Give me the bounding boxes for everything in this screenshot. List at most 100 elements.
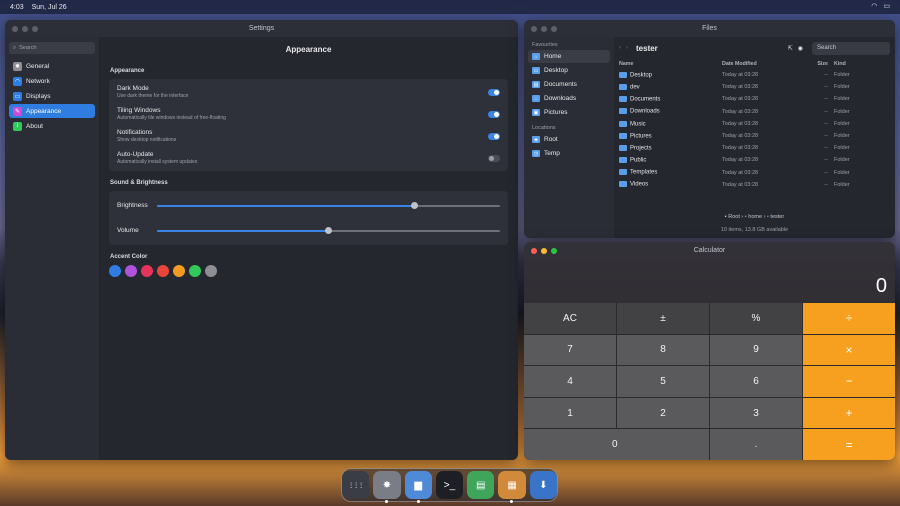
key-9[interactable]: 9	[710, 334, 802, 366]
key-4[interactable]: 4	[524, 366, 616, 397]
calculator-icon[interactable]: ▦	[498, 471, 526, 503]
table-row[interactable]: Music Today at 03:28 -- Folder	[619, 118, 890, 130]
table-row[interactable]: Documents Today at 03:28 -- Folder	[619, 93, 890, 105]
toggle-switch[interactable]	[488, 132, 500, 140]
setting-row: Dark Mode Use dark theme for the interfac…	[117, 81, 500, 103]
forward-icon[interactable]: ›	[626, 45, 628, 51]
key-0[interactable]: 0	[524, 429, 709, 460]
volume-slider[interactable]	[157, 227, 500, 234]
sidebar-item-documents[interactable]: ▤ Documents	[528, 78, 610, 91]
key-+[interactable]: +	[803, 397, 895, 429]
minimize-button[interactable]	[22, 25, 28, 32]
key-%[interactable]: %	[710, 303, 802, 334]
key-×[interactable]: ×	[803, 334, 895, 366]
key-−[interactable]: −	[803, 366, 895, 397]
settings-icon[interactable]: ✸	[373, 471, 401, 503]
search-input[interactable]: ⌕ Search	[9, 42, 95, 54]
table-row[interactable]: Downloads Today at 03:28 -- Folder	[619, 106, 890, 118]
system-tray[interactable]: ◠ ▭	[871, 2, 890, 10]
key-8[interactable]: 8	[617, 334, 709, 366]
app-grid-icon[interactable]: ⋮⋮⋮	[342, 471, 370, 499]
path-segment[interactable]: Root	[728, 214, 740, 220]
file-date: Today at 03:28	[722, 120, 759, 127]
column-kind[interactable]: Kind	[834, 59, 890, 69]
accent-swatch[interactable]	[189, 265, 201, 277]
key-÷[interactable]: ÷	[803, 303, 895, 334]
table-row[interactable]: Desktop Today at 03:28 -- Folder	[619, 69, 890, 81]
key-.[interactable]: .	[710, 429, 802, 460]
window-title: Files	[702, 25, 717, 32]
date[interactable]: Sun, Jul 26	[32, 4, 67, 11]
key-2[interactable]: 2	[617, 397, 709, 429]
sidebar-item-downloads[interactable]: ↓ Downloads	[528, 92, 610, 105]
installer-icon[interactable]: ⬇	[529, 471, 557, 499]
minimize-button[interactable]	[541, 25, 547, 32]
key-3[interactable]: 3	[710, 397, 802, 429]
accent-swatch[interactable]	[125, 265, 137, 277]
maximize-button[interactable]	[32, 25, 38, 32]
toggle-switch[interactable]	[488, 88, 500, 96]
sidebar-item-displays[interactable]: ▭ Displays	[9, 89, 95, 103]
path-segment[interactable]: home	[748, 214, 762, 220]
minimize-button[interactable]	[541, 247, 547, 254]
accent-swatch[interactable]	[157, 265, 169, 277]
sidebar-item-appearance[interactable]: ✎ Appearance	[9, 104, 95, 118]
settings-titlebar[interactable]: Settings	[5, 20, 518, 37]
sidebar-item-general[interactable]: ✸ General	[9, 59, 95, 73]
sidebar-item-temp[interactable]: ◷ Temp	[528, 147, 610, 160]
slider-handle[interactable]	[410, 202, 418, 209]
clock[interactable]: 4:03	[10, 4, 24, 11]
key-5[interactable]: 5	[617, 366, 709, 397]
calculator-titlebar[interactable]: Calculator	[524, 242, 895, 259]
table-row[interactable]: Templates Today at 03:28 -- Folder	[619, 167, 890, 179]
file-size: --	[824, 108, 828, 115]
accent-swatch[interactable]	[173, 265, 185, 277]
close-button[interactable]	[531, 247, 537, 254]
accent-swatch[interactable]	[141, 265, 153, 277]
key-7[interactable]: 7	[524, 334, 616, 366]
files-sidebar: Favourites ⌂ Home ▭ Desktop ▤ Documents ↓ Downl…	[524, 37, 614, 238]
eye-icon[interactable]: ◉	[798, 45, 803, 52]
toggle-switch[interactable]	[488, 110, 500, 118]
column-size[interactable]: Size	[810, 59, 834, 69]
table-row[interactable]: Videos Today at 03:28 -- Folder	[619, 179, 890, 191]
table-row[interactable]: Pictures Today at 03:28 -- Folder	[619, 130, 890, 142]
search-input[interactable]: Search	[812, 41, 890, 55]
key-1[interactable]: 1	[524, 397, 616, 429]
key-AC[interactable]: AC	[524, 303, 616, 334]
back-icon[interactable]: ‹	[619, 45, 621, 51]
files-icon[interactable]: ▆	[404, 471, 432, 503]
table-row[interactable]: dev Today at 03:28 -- Folder	[619, 81, 890, 93]
sidebar-item-network[interactable]: ◠ Network	[9, 74, 95, 88]
column-name[interactable]: Name	[619, 59, 722, 69]
table-row[interactable]: Projects Today at 03:28 -- Folder	[619, 142, 890, 154]
terminal-icon[interactable]: >_	[435, 471, 464, 499]
maximize-button[interactable]	[551, 247, 557, 254]
close-button[interactable]	[531, 25, 537, 32]
column-date[interactable]: Date Modified	[722, 59, 810, 69]
table-row[interactable]: Public Today at 03:28 -- Folder	[619, 154, 890, 166]
accent-swatch[interactable]	[205, 265, 217, 277]
new-folder-icon[interactable]: ⇱	[788, 45, 793, 52]
path-segment[interactable]: tester	[770, 214, 784, 220]
sidebar-item-about[interactable]: i About	[9, 119, 95, 133]
wifi-icon[interactable]: ◠	[871, 2, 877, 10]
calculator-display: 0	[875, 275, 887, 297]
key-±[interactable]: ±	[617, 303, 709, 334]
sidebar-item-desktop[interactable]: ▭ Desktop	[528, 64, 610, 77]
maximize-button[interactable]	[551, 25, 557, 32]
files-titlebar[interactable]: Files	[524, 20, 895, 37]
sidebar-item-root[interactable]: ◈ Root	[528, 133, 610, 146]
key-6[interactable]: 6	[710, 366, 802, 397]
toggle-switch[interactable]	[488, 154, 500, 162]
battery-icon[interactable]: ▭	[883, 2, 890, 10]
slider-handle[interactable]	[325, 227, 332, 234]
file-size: --	[824, 145, 828, 152]
notes-icon[interactable]: ▤	[467, 471, 495, 499]
key-=[interactable]: =	[803, 429, 895, 460]
brightness-slider[interactable]	[157, 202, 500, 209]
sidebar-item-home[interactable]: ⌂ Home	[528, 50, 610, 63]
close-button[interactable]	[12, 25, 18, 32]
sidebar-item-pictures[interactable]: ▣ Pictures	[528, 106, 610, 119]
accent-swatch[interactable]	[109, 265, 121, 277]
